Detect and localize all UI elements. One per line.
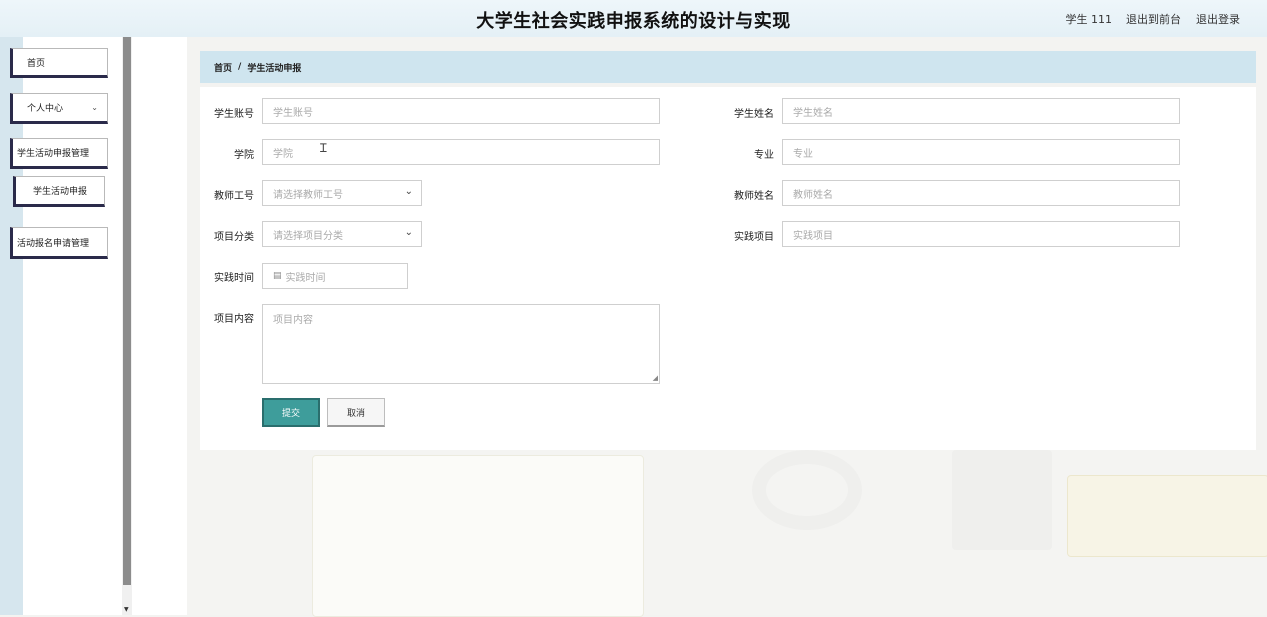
student-account-label: 学生账号 — [214, 109, 254, 120]
chevron-down-icon: ⌄ — [404, 227, 413, 238]
submit-button[interactable]: 提交 — [262, 398, 320, 427]
decor-cylinder — [952, 450, 1052, 550]
breadcrumb-home[interactable]: 首页 — [214, 61, 232, 74]
major-label: 专业 — [754, 150, 774, 161]
sidebar: 首页 个人中心 ⌄ 学生活动申报管理 学生活动申报 活动报名申请管理 — [10, 37, 122, 615]
decor-box-left — [312, 455, 644, 617]
student-name-label: 学生姓名 — [734, 109, 774, 120]
breadcrumb-current: 学生活动申报 — [247, 63, 302, 74]
calendar-icon: ▤ — [273, 271, 282, 281]
project-category-label: 项目分类 — [214, 232, 254, 243]
sidebar-item-label: 学生活动申报管理 — [17, 149, 90, 159]
teacher-name-label: 教师姓名 — [734, 191, 774, 202]
teacher-name-placeholder: 教师姓名 — [793, 189, 833, 201]
chevron-down-icon: ⌄ — [404, 186, 413, 197]
student-name-input[interactable]: 学生姓名 — [782, 98, 1180, 124]
project-category-placeholder: 请选择项目分类 — [273, 230, 343, 242]
breadcrumb: 首页 / 学生活动申报 — [200, 51, 1256, 83]
sidebar-item-label: 活动报名申请管理 — [17, 238, 90, 249]
decor-box-right — [1067, 475, 1267, 557]
project-content-textarea[interactable]: 项目内容 ◢ — [262, 304, 660, 384]
cancel-button[interactable]: 取消 — [327, 398, 385, 427]
background-decoration — [187, 450, 1267, 617]
practice-project-input[interactable]: 实践项目 — [782, 221, 1180, 247]
project-category-select[interactable]: 请选择项目分类 ⌄ — [262, 221, 422, 247]
breadcrumb-separator: / — [238, 62, 242, 72]
practice-project-label: 实践项目 — [734, 232, 774, 243]
major-placeholder: 专业 — [793, 148, 813, 160]
practice-time-label: 实践时间 — [214, 273, 254, 284]
practice-time-placeholder: 实践时间 — [285, 272, 326, 284]
student-account-placeholder: 学生账号 — [273, 107, 313, 119]
resize-handle-icon[interactable]: ◢ — [653, 375, 658, 382]
sidebar-scrollbar[interactable]: ▼ — [122, 37, 132, 615]
teacher-id-placeholder: 请选择教师工号 — [273, 189, 343, 201]
logout-link[interactable]: 退出登录 — [1196, 11, 1240, 27]
teacher-id-select[interactable]: 请选择教师工号 ⌄ — [262, 180, 422, 206]
sidebar-item-home[interactable]: 首页 — [10, 48, 108, 78]
decor-ring — [752, 450, 862, 530]
teacher-id-label: 教师工号 — [214, 191, 254, 202]
current-user: 学生 111 — [1065, 13, 1113, 26]
scrollbar-thumb[interactable] — [123, 37, 131, 585]
college-label: 学院 — [234, 150, 254, 161]
student-account-input[interactable]: 学生账号 — [262, 98, 660, 124]
sidebar-item-label: 学生活动申报 — [32, 187, 87, 197]
sidebar-item-activity-declaration-management[interactable]: 学生活动申报管理 — [10, 138, 108, 169]
teacher-name-input[interactable]: 教师姓名 — [782, 180, 1180, 206]
sidebar-item-label: 个人中心 — [27, 104, 64, 114]
text-cursor-icon: Ɪ — [320, 141, 327, 155]
chevron-down-icon: ⌄ — [91, 103, 98, 112]
practice-project-placeholder: 实践项目 — [793, 230, 833, 242]
sidebar-item-registration-management[interactable]: 活动报名申请管理 — [10, 227, 108, 259]
sidebar-item-label: 首页 — [27, 58, 46, 69]
sidebar-item-personal-center[interactable]: 个人中心 ⌄ — [10, 93, 108, 124]
practice-time-datepicker[interactable]: ▤ 实践时间 — [262, 263, 408, 289]
project-content-label: 项目内容 — [214, 314, 254, 325]
top-header: 大学生社会实践申报系统的设计与实现 学生 111 退出到前台 退出登录 — [0, 0, 1267, 37]
scroll-down-arrow-icon[interactable]: ▼ — [124, 607, 129, 613]
student-name-placeholder: 学生姓名 — [793, 107, 833, 119]
project-content-placeholder: 项目内容 — [273, 315, 313, 326]
college-placeholder: 学院 — [273, 148, 293, 160]
exit-to-front-link[interactable]: 退出到前台 — [1126, 11, 1181, 27]
sidebar-item-activity-declaration[interactable]: 学生活动申报 — [13, 176, 105, 207]
major-input[interactable]: 专业 — [782, 139, 1180, 165]
content-gutter — [132, 37, 187, 615]
